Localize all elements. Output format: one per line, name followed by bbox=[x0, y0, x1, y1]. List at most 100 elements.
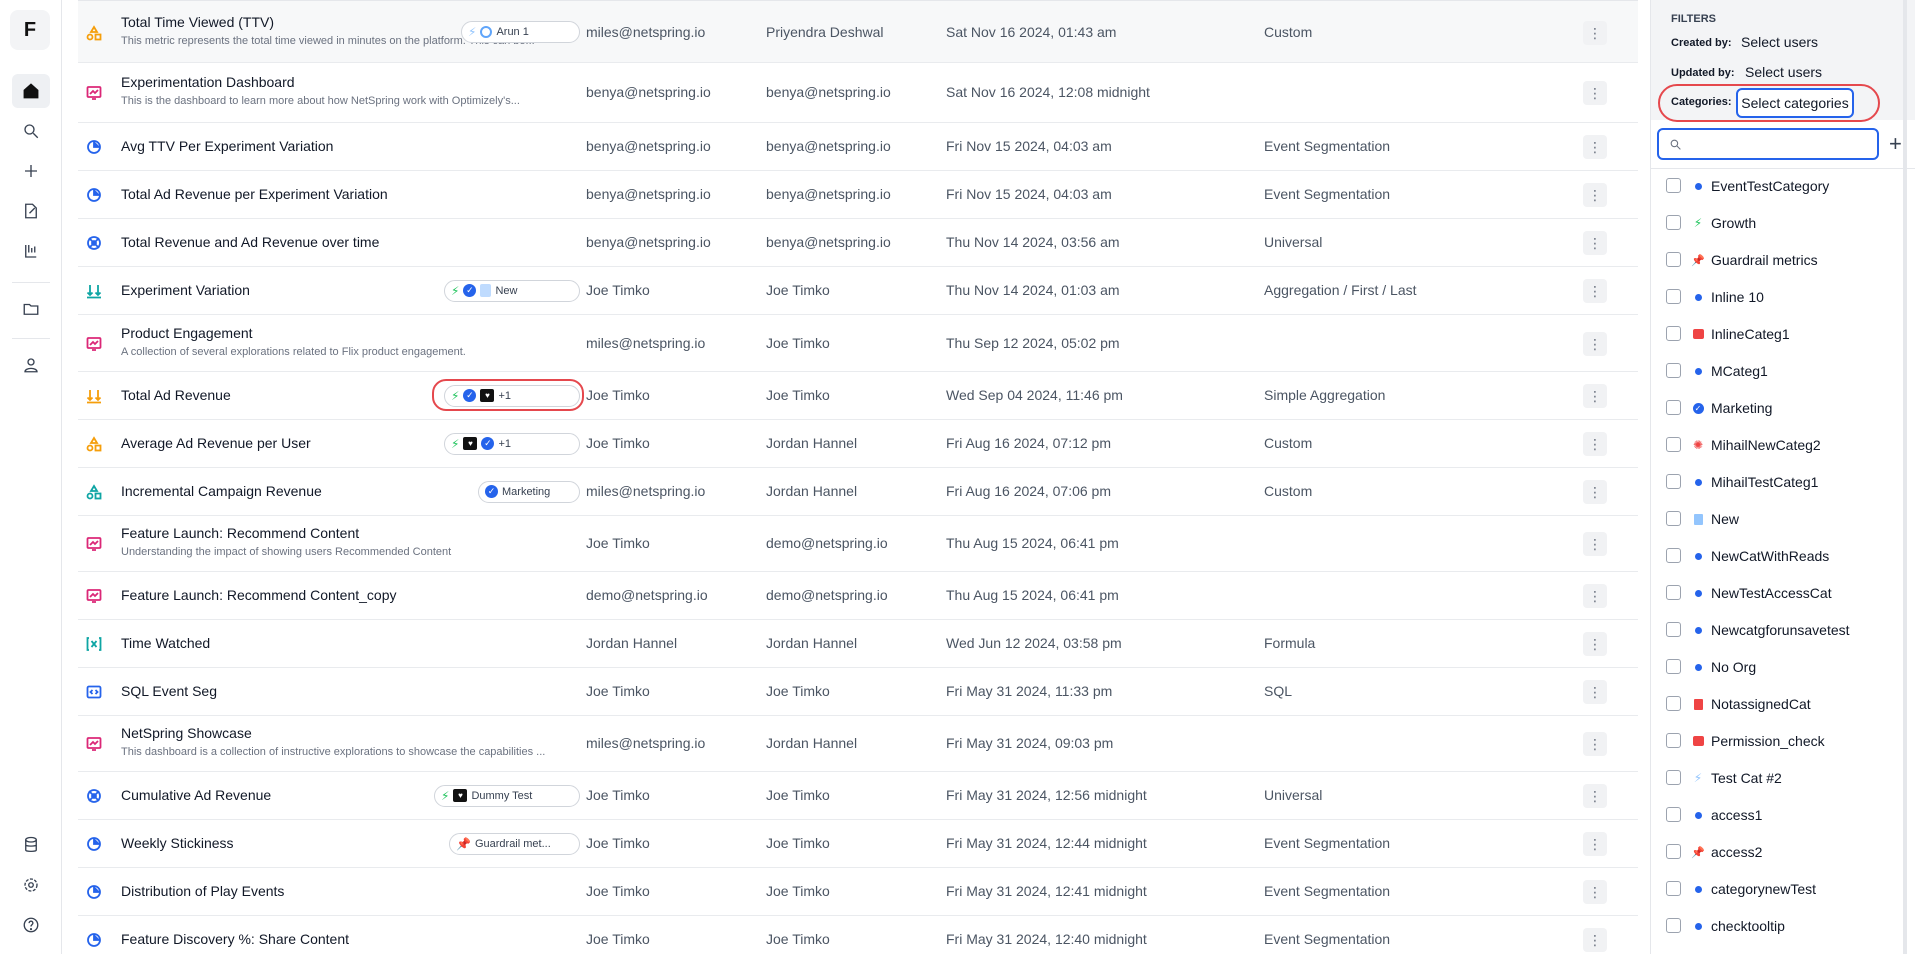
category-checkbox[interactable] bbox=[1666, 585, 1681, 600]
exploration-name[interactable]: Total Ad Revenue bbox=[121, 387, 231, 403]
flask-icon[interactable] bbox=[12, 234, 50, 268]
row-menu-button[interactable]: ⋮ bbox=[1583, 584, 1607, 608]
category-checkbox[interactable] bbox=[1666, 548, 1681, 563]
category-chips[interactable]: ✓ Marketing bbox=[478, 480, 580, 503]
exploration-name[interactable]: Feature Launch: Recommend Content_copy bbox=[121, 587, 397, 603]
row-menu-button[interactable]: ⋮ bbox=[1583, 231, 1607, 255]
category-checkbox[interactable] bbox=[1666, 807, 1681, 822]
table-row[interactable]: NetSpring Showcase This dashboard is a co… bbox=[78, 716, 1638, 772]
category-option[interactable]: Newcatgforunsavetest bbox=[1651, 615, 1915, 645]
table-row[interactable]: Total Revenue and Ad Revenue over time be… bbox=[78, 219, 1638, 267]
row-menu-button[interactable]: ⋮ bbox=[1583, 632, 1607, 656]
row-menu-button[interactable]: ⋮ bbox=[1583, 81, 1607, 105]
category-checkbox[interactable] bbox=[1666, 289, 1681, 304]
exploration-name[interactable]: NetSpring Showcase bbox=[121, 725, 252, 741]
category-checkbox[interactable] bbox=[1666, 770, 1681, 785]
plus-icon[interactable] bbox=[12, 154, 50, 188]
category-checkbox[interactable] bbox=[1666, 881, 1681, 896]
exploration-name[interactable]: SQL Event Seg bbox=[121, 683, 217, 699]
category-checkbox[interactable] bbox=[1666, 178, 1681, 193]
category-checkbox[interactable] bbox=[1666, 659, 1681, 674]
category-option[interactable]: categorynewTest bbox=[1651, 874, 1915, 904]
exploration-name[interactable]: Cumulative Ad Revenue bbox=[121, 787, 271, 803]
edit-icon[interactable] bbox=[12, 194, 50, 228]
category-checkbox[interactable] bbox=[1666, 844, 1681, 859]
category-option[interactable]: ✺ MihailNewCateg2 bbox=[1651, 430, 1915, 460]
exploration-name[interactable]: Total Ad Revenue per Experiment Variatio… bbox=[121, 186, 388, 202]
exploration-name[interactable]: Product Engagement bbox=[121, 325, 253, 341]
category-option[interactable]: checktooltip bbox=[1651, 911, 1915, 941]
table-row[interactable]: Incremental Campaign Revenue ✓ Marketing mi… bbox=[78, 468, 1638, 516]
category-option[interactable]: access1 bbox=[1651, 800, 1915, 830]
folder-icon[interactable] bbox=[12, 292, 50, 326]
help-icon[interactable] bbox=[12, 908, 50, 942]
table-row[interactable]: Total Time Viewed (TTV) This metric repre… bbox=[78, 0, 1638, 63]
exploration-name[interactable]: Distribution of Play Events bbox=[121, 883, 284, 899]
row-menu-button[interactable]: ⋮ bbox=[1583, 480, 1607, 504]
row-menu-button[interactable]: ⋮ bbox=[1583, 135, 1607, 159]
search-icon[interactable] bbox=[12, 114, 50, 148]
app-logo[interactable]: F bbox=[10, 10, 50, 50]
category-checkbox[interactable] bbox=[1666, 400, 1681, 415]
exploration-name[interactable]: Feature Discovery %: Share Content bbox=[121, 931, 349, 947]
table-row[interactable]: Experiment Variation ⚡ ✓ New Joe Timko Joe Ti… bbox=[78, 267, 1638, 315]
table-row[interactable]: SQL Event Seg Joe Timko Joe Timko Fri May 3… bbox=[78, 668, 1638, 716]
table-row[interactable]: Feature Launch: Recommend Content_copy de… bbox=[78, 572, 1638, 620]
category-option[interactable]: ⚡ Test Cat #2 bbox=[1651, 763, 1915, 793]
table-row[interactable]: Distribution of Play Events Joe Timko Joe … bbox=[78, 868, 1638, 916]
updated-by-select[interactable]: Select users bbox=[1745, 64, 1822, 80]
table-row[interactable]: Total Ad Revenue per Experiment Variatio… bbox=[78, 171, 1638, 219]
row-menu-button[interactable]: ⋮ bbox=[1583, 331, 1607, 356]
category-checkbox[interactable] bbox=[1666, 622, 1681, 637]
table-row[interactable]: Time Watched Jordan Hannel Jordan Hannel We… bbox=[78, 620, 1638, 668]
created-by-select[interactable]: Select users bbox=[1741, 34, 1818, 50]
row-menu-button[interactable]: ⋮ bbox=[1583, 928, 1607, 952]
category-chips[interactable]: ⚡ ✓ New bbox=[444, 279, 580, 302]
database-icon[interactable] bbox=[12, 828, 50, 862]
category-option[interactable]: Inline 10 bbox=[1651, 282, 1915, 312]
table-row[interactable]: Product Engagement A collection of severa… bbox=[78, 315, 1638, 372]
category-search-input[interactable] bbox=[1657, 128, 1879, 160]
exploration-name[interactable]: Total Revenue and Ad Revenue over time bbox=[121, 234, 379, 250]
category-chips[interactable]: ⚡ ♥ ✓ +1 bbox=[444, 432, 580, 455]
exploration-name[interactable]: Total Time Viewed (TTV) bbox=[121, 14, 274, 30]
category-option[interactable]: EventTestCategory bbox=[1651, 171, 1915, 201]
exploration-name[interactable]: Feature Launch: Recommend Content bbox=[121, 525, 359, 541]
table-row[interactable]: Average Ad Revenue per User ⚡ ♥ ✓ +1 Joe Timk… bbox=[78, 420, 1638, 468]
exploration-name[interactable]: Incremental Campaign Revenue bbox=[121, 483, 322, 499]
category-checkbox[interactable] bbox=[1666, 511, 1681, 526]
category-option[interactable]: ✓ Marketing bbox=[1651, 393, 1915, 423]
category-option[interactable]: 📌 Guardrail metrics bbox=[1651, 245, 1915, 275]
categories-select[interactable]: Select categories bbox=[1736, 88, 1854, 118]
category-chips[interactable]: ⚡ Arun 1 bbox=[461, 20, 580, 43]
category-option[interactable]: New bbox=[1651, 504, 1915, 534]
category-checkbox[interactable] bbox=[1666, 437, 1681, 452]
row-menu-button[interactable]: ⋮ bbox=[1583, 832, 1607, 856]
exploration-name[interactable]: Average Ad Revenue per User bbox=[121, 435, 311, 451]
category-checkbox[interactable] bbox=[1666, 326, 1681, 341]
category-checkbox[interactable] bbox=[1666, 363, 1681, 378]
category-checkbox[interactable] bbox=[1666, 696, 1681, 711]
category-option[interactable]: MihailTestCateg1 bbox=[1651, 467, 1915, 497]
home-icon[interactable] bbox=[12, 74, 50, 108]
category-checkbox[interactable] bbox=[1666, 252, 1681, 267]
row-menu-button[interactable]: ⋮ bbox=[1583, 432, 1607, 456]
person-icon[interactable] bbox=[12, 348, 50, 382]
row-menu-button[interactable]: ⋮ bbox=[1583, 880, 1607, 904]
gear-icon[interactable] bbox=[12, 868, 50, 902]
category-chips[interactable]: 📌 Guardrail met... bbox=[449, 832, 580, 855]
category-checkbox[interactable] bbox=[1666, 215, 1681, 230]
table-row[interactable]: Cumulative Ad Revenue ⚡ ♥ Dummy Test Joe Tim… bbox=[78, 772, 1638, 820]
row-menu-button[interactable]: ⋮ bbox=[1583, 680, 1607, 704]
exploration-name[interactable]: Avg TTV Per Experiment Variation bbox=[121, 138, 333, 154]
exploration-name[interactable]: Weekly Stickiness bbox=[121, 835, 234, 851]
row-menu-button[interactable]: ⋮ bbox=[1583, 183, 1607, 207]
exploration-name[interactable]: Time Watched bbox=[121, 635, 210, 651]
category-checkbox[interactable] bbox=[1666, 474, 1681, 489]
row-menu-button[interactable]: ⋮ bbox=[1583, 20, 1607, 45]
row-menu-button[interactable]: ⋮ bbox=[1583, 732, 1607, 756]
table-row[interactable]: Feature Launch: Recommend Content Underst… bbox=[78, 516, 1638, 572]
table-row[interactable]: Total Ad Revenue ⚡ ✓ ♥ +1 Joe Timko Joe Timko W… bbox=[78, 372, 1638, 420]
row-menu-button[interactable]: ⋮ bbox=[1583, 532, 1607, 556]
category-option[interactable]: MCateg1 bbox=[1651, 356, 1915, 386]
